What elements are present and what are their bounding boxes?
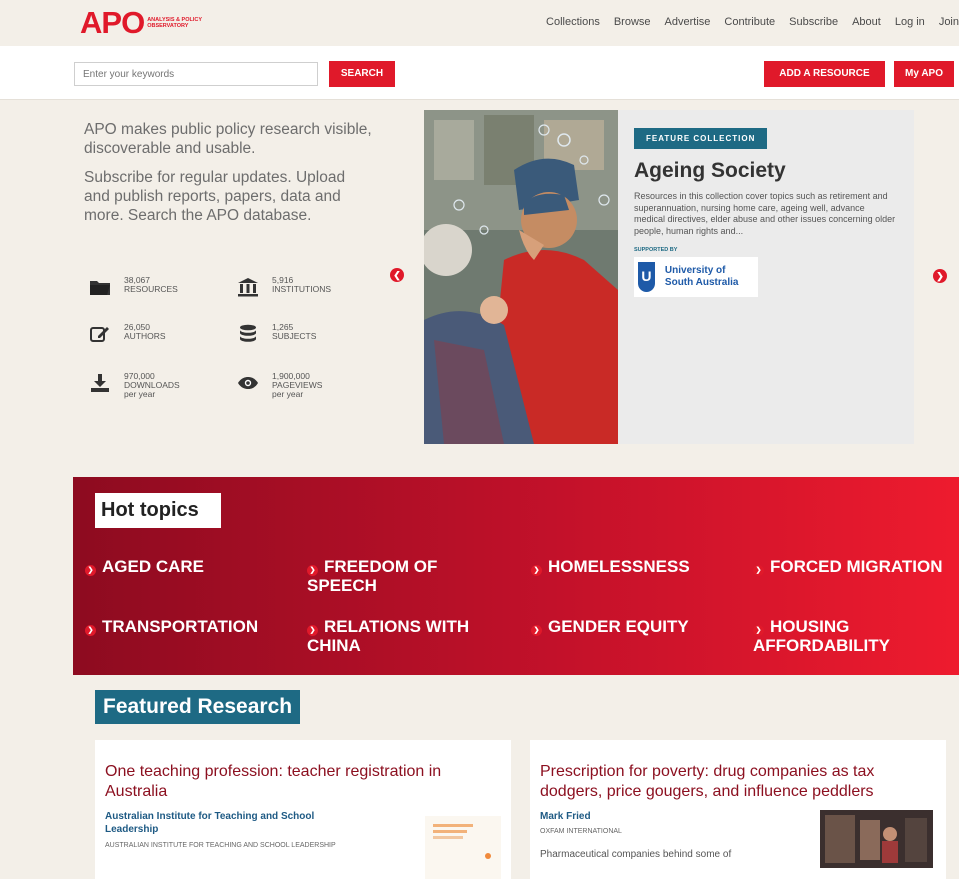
my-apo-button[interactable]: My APO: [894, 61, 954, 87]
arrow-circle-icon: ❯: [531, 565, 542, 576]
search-input[interactable]: [74, 62, 318, 86]
stat-sub: per year: [272, 389, 304, 399]
download-icon: [88, 372, 112, 394]
research-card[interactable]: One teaching profession: teacher registr…: [95, 740, 511, 879]
topic-label: GENDER EQUITY: [548, 617, 689, 636]
research-card-author[interactable]: Mark Fried: [540, 810, 800, 823]
research-card-thumbnail[interactable]: [425, 816, 501, 879]
research-card-author[interactable]: Australian Institute for Teaching and Sc…: [105, 810, 365, 836]
stat-institutions: 5,916 INSTITUTIONS: [236, 276, 386, 298]
nav-about[interactable]: About: [852, 16, 881, 28]
sponsor-name: University of South Australia: [664, 265, 739, 288]
stat-label: RESOURCES: [124, 284, 178, 294]
stat-subjects: 1,265 SUBJECTS: [236, 323, 386, 345]
arrow-circle-icon: ❯: [307, 625, 318, 636]
nav-advertise[interactable]: Advertise: [665, 16, 711, 28]
research-card-org: AUSTRALIAN INSTITUTE FOR TEACHING AND SC…: [105, 842, 336, 849]
feature-photo: [424, 110, 618, 444]
research-card-snippet: Pharmaceutical companies behind some of: [540, 849, 732, 860]
university-shield-icon: U: [638, 262, 655, 292]
feature-title[interactable]: Ageing Society: [634, 159, 896, 183]
arrow-circle-icon: ❯: [85, 565, 96, 576]
research-card-title[interactable]: One teaching profession: teacher registr…: [105, 762, 500, 802]
nav-join[interactable]: Join: [939, 16, 959, 28]
research-card-title[interactable]: Prescription for poverty: drug companies…: [540, 762, 935, 802]
hot-topics-title: Hot topics: [95, 493, 221, 528]
sponsor-logo[interactable]: U University of South Australia: [634, 257, 758, 297]
search-button[interactable]: SEARCH: [329, 61, 395, 87]
feature-description: Resources in this collection cover topic…: [634, 191, 896, 236]
topic-transportation[interactable]: ❯ TRANSPORTATION: [85, 617, 285, 636]
stat-downloads: 970,000 DOWNLOADS per year: [88, 372, 238, 399]
topic-freedom-of-speech[interactable]: ❯ FREEDOM OF SPEECH: [307, 557, 507, 595]
stat-label: SUBJECTS: [272, 331, 317, 341]
topic-label: HOMELESSNESS: [548, 557, 690, 576]
hot-topics-section: Hot topics ❯ AGED CARE ❯ FREEDOM OF SPEECH…: [73, 477, 959, 675]
topic-gender-equity[interactable]: ❯ GENDER EQUITY: [531, 617, 731, 636]
research-card[interactable]: Prescription for poverty: drug companies…: [530, 740, 946, 879]
stat-authors: 26,050 AUTHORS: [88, 323, 238, 345]
arrow-circle-icon: ❯: [531, 625, 542, 636]
topic-label: FREEDOM OF SPEECH: [307, 557, 438, 595]
nav-collections[interactable]: Collections: [546, 16, 600, 28]
intro-text: APO makes public policy research visible…: [84, 120, 374, 235]
search-bar: SEARCH ADD A RESOURCE My APO: [0, 46, 959, 100]
stat-label: INSTITUTIONS: [272, 284, 332, 294]
topic-relations-with-china[interactable]: ❯ RELATIONS WITH CHINA: [307, 617, 507, 655]
top-header: APO ANALYSIS & POLICY OBSERVATORY Collec…: [0, 0, 959, 46]
arrow-circle-icon: ❯: [753, 625, 764, 636]
arrow-circle-icon: ❯: [753, 565, 764, 576]
stat-label: AUTHORS: [124, 331, 166, 341]
carousel-prev-icon[interactable]: ❮: [390, 268, 404, 282]
topic-label: AGED CARE: [102, 557, 205, 576]
folder-icon: [88, 276, 112, 298]
institution-icon: [236, 276, 260, 298]
feature-collection-card[interactable]: FEATURE COLLECTION Ageing Society Resour…: [424, 110, 914, 444]
apo-logo[interactable]: APO ANALYSIS & POLICY OBSERVATORY: [80, 7, 207, 39]
stat-resources: 38,067 RESOURCES: [88, 276, 238, 298]
arrow-circle-icon: ❯: [307, 565, 318, 576]
research-card-thumbnail[interactable]: [820, 810, 933, 868]
carousel-next-icon[interactable]: ❯: [933, 269, 947, 283]
logo-text: APO: [80, 5, 145, 40]
add-resource-button[interactable]: ADD A RESOURCE: [764, 61, 885, 87]
feature-badge: FEATURE COLLECTION: [634, 128, 768, 149]
supported-by-label: SUPPORTED BY: [634, 247, 678, 253]
topic-label: RELATIONS WITH CHINA: [307, 617, 470, 655]
topic-forced-migration[interactable]: ❯ FORCED MIGRATION: [753, 557, 953, 576]
arrow-circle-icon: ❯: [85, 625, 96, 636]
stat-sub: per year: [124, 389, 156, 399]
topic-aged-care[interactable]: ❯ AGED CARE: [85, 557, 285, 576]
stat-pageviews: 1,900,000 PAGEVIEWS per year: [236, 372, 386, 399]
database-icon: [236, 323, 260, 345]
topic-homelessness[interactable]: ❯ HOMELESSNESS: [531, 557, 731, 576]
nav-log-in[interactable]: Log in: [895, 16, 925, 28]
topic-housing-affordability[interactable]: ❯ HOUSING AFFORDABILITY: [753, 617, 953, 655]
edit-icon: [88, 323, 112, 345]
nav-subscribe[interactable]: Subscribe: [789, 16, 838, 28]
logo-tagline: ANALYSIS & POLICY OBSERVATORY: [147, 17, 202, 29]
topic-label: TRANSPORTATION: [102, 617, 259, 636]
nav-browse[interactable]: Browse: [614, 16, 651, 28]
research-card-org: OXFAM INTERNATIONAL: [540, 828, 622, 835]
feature-body: FEATURE COLLECTION Ageing Society Resour…: [634, 128, 896, 297]
main-nav: Collections Browse Advertise Contribute …: [546, 16, 959, 28]
eye-icon: [236, 372, 260, 394]
featured-research-title: Featured Research: [95, 690, 301, 724]
topic-label: FORCED MIGRATION: [770, 557, 943, 576]
intro-subscribe: Subscribe for regular updates. Upload an…: [84, 169, 346, 224]
intro-tagline: APO makes public policy research visible…: [84, 121, 372, 157]
nav-contribute[interactable]: Contribute: [724, 16, 775, 28]
topic-label: HOUSING AFFORDABILITY: [753, 617, 890, 655]
